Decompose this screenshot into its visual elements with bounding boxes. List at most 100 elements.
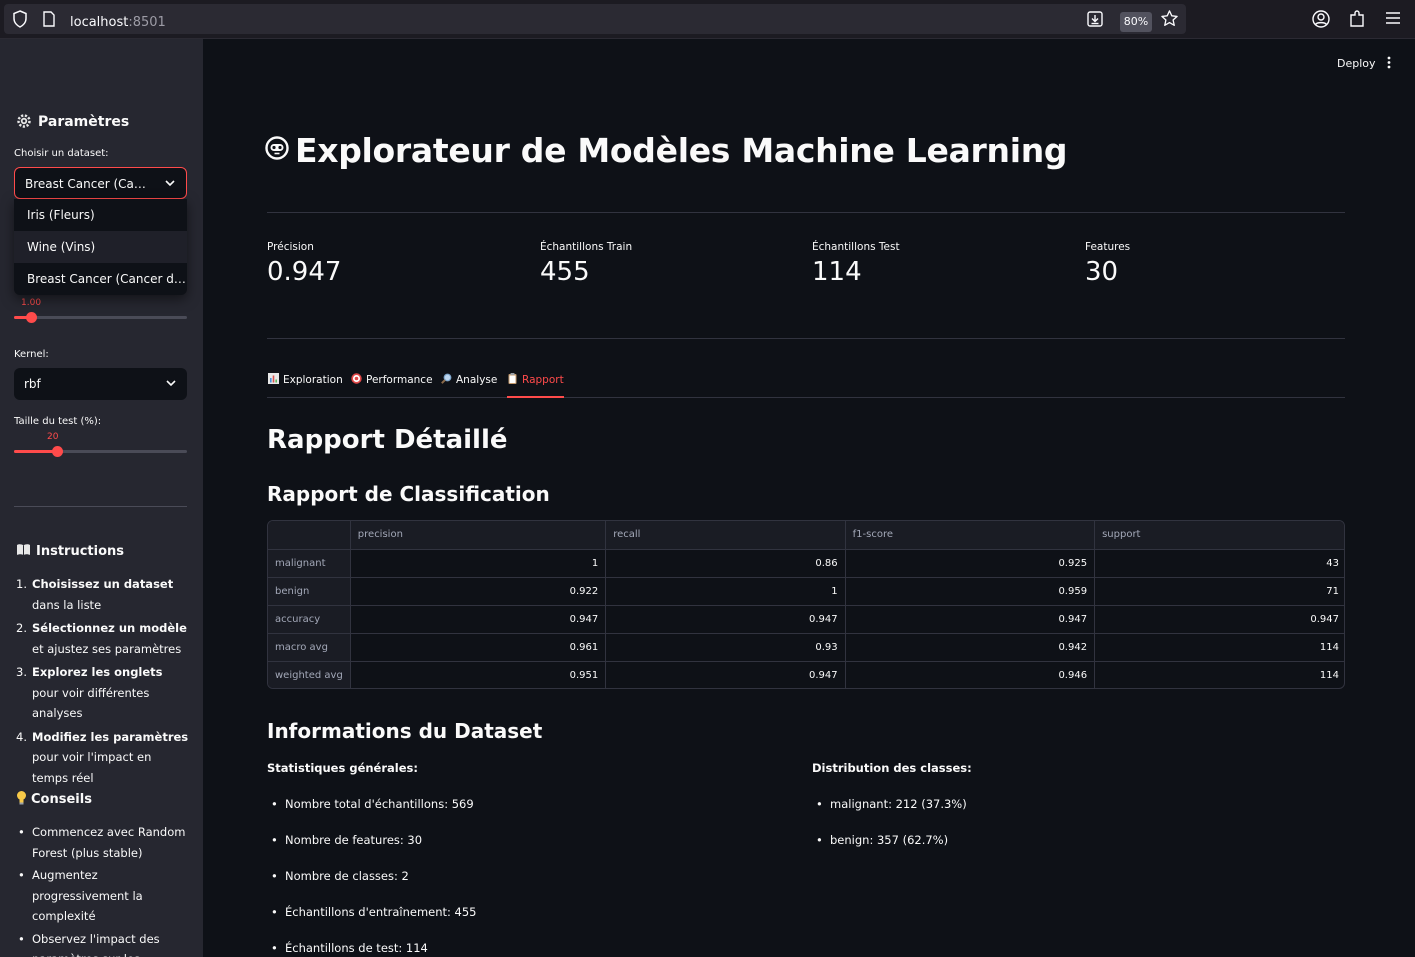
test-size-slider-fill xyxy=(14,450,57,453)
book-icon xyxy=(17,544,30,555)
download-icon[interactable] xyxy=(1086,10,1104,28)
table-cell: 0.961 xyxy=(350,633,607,662)
target-icon xyxy=(351,373,362,384)
page-title-text: Explorateur de Modèles Machine Learning xyxy=(295,131,1068,170)
tips-heading: Conseils xyxy=(16,790,92,807)
page-icon xyxy=(43,11,55,27)
metric-value: 0.947 xyxy=(267,257,342,287)
table-row: accuracy 0.947 0.947 0.947 0.947 xyxy=(268,605,1344,634)
instruction-item: 3. Explorez les onglets pour voir différe… xyxy=(16,662,191,724)
column-header[interactable] xyxy=(268,521,351,550)
instruction-item: 2. Sélectionnez un modèle et ajustez ses … xyxy=(16,618,191,659)
metric-value: 30 xyxy=(1085,257,1119,287)
table-cell: 0.93 xyxy=(605,633,846,662)
table-cell: 114 xyxy=(1319,669,1339,681)
account-icon[interactable] xyxy=(1311,9,1331,29)
test-size-slider[interactable]: 20 xyxy=(14,432,187,457)
column-header[interactable]: f1-score xyxy=(845,521,1096,550)
kernel-label: Kernel: xyxy=(14,349,49,360)
table-row: macro avg 0.961 0.93 0.942 114 xyxy=(268,633,1344,662)
row-header: macro avg xyxy=(268,633,351,662)
test-size-slider-thumb[interactable] xyxy=(52,446,63,457)
table-cell: 114 xyxy=(1094,633,1344,662)
instructions-heading: Instructions xyxy=(16,543,124,559)
shield-icon[interactable] xyxy=(12,10,28,28)
row-header: malignant xyxy=(268,549,351,578)
kernel-select-value: rbf xyxy=(24,377,41,391)
tab-label: Exploration xyxy=(283,374,343,386)
tip-item: Observez l'impact des paramètres sur les xyxy=(16,929,191,957)
table-cell: 43 xyxy=(1094,549,1344,578)
column-header[interactable]: precision xyxy=(350,521,607,550)
column-header[interactable]: support xyxy=(1094,521,1344,550)
main-content: Deploy Explorateur de Modèles Machine Le… xyxy=(203,39,1415,957)
metrics-divider xyxy=(267,338,1345,339)
tip-item: Commencez avec Random Forest (plus stabl… xyxy=(16,822,191,863)
tab-label: Analyse xyxy=(456,374,498,386)
star-icon[interactable] xyxy=(1160,9,1179,28)
classification-heading: Rapport de Classification xyxy=(267,482,550,506)
tab-analyse[interactable]: Analyse xyxy=(441,372,497,398)
instruction-item: 1. Choisissez un dataset dans la liste xyxy=(16,574,191,615)
table-cell: 0.951 xyxy=(350,661,607,688)
c-slider[interactable]: 1.00 xyxy=(14,298,187,323)
more-options-icon[interactable] xyxy=(1387,56,1391,69)
robot-face-icon xyxy=(265,136,289,160)
table-row: malignant 1 0.86 0.925 43 xyxy=(268,549,1344,578)
list-item: Échantillons d'entraînement: 455 xyxy=(267,905,477,941)
metric-label: Échantillons Test xyxy=(812,241,900,253)
test-size-label: Taille du test (%): xyxy=(14,416,102,427)
gear-icon xyxy=(17,114,31,128)
metric-value: 455 xyxy=(540,257,590,287)
instruction-text: pour voir l'impact en temps réel xyxy=(32,750,152,785)
instruction-bold: Sélectionnez un modèle xyxy=(32,621,187,635)
sidebar: Paramètres Choisir un dataset: Breast Ca… xyxy=(0,39,203,957)
row-header: accuracy xyxy=(268,605,351,634)
classification-table[interactable]: precision recall f1-score support malign… xyxy=(267,520,1345,689)
instruction-bold: Modifiez les paramètres xyxy=(32,729,189,744)
table-cell: 0.925 xyxy=(845,549,1096,578)
list-item: Nombre total d'échantillons: 569 xyxy=(267,797,477,833)
kernel-select[interactable]: rbf xyxy=(14,368,187,400)
metric-test-samples: Échantillons Test 114 xyxy=(812,241,900,287)
dataset-option-wine[interactable]: Wine (Vins) xyxy=(14,231,187,263)
url-bar[interactable]: localhost:8501 80% xyxy=(4,4,1186,34)
general-stats-title: Statistiques générales: xyxy=(267,761,418,775)
test-size-slider-value: 20 xyxy=(47,432,59,442)
metric-label: Précision xyxy=(267,241,314,253)
tips-list: Commencez avec Random Forest (plus stabl… xyxy=(16,822,191,957)
instruction-bold: Explorez les onglets xyxy=(32,665,163,679)
list-item: Nombre de classes: 2 xyxy=(267,869,477,905)
table-row: weighted avg 0.951 0.947 0.946 114 xyxy=(268,661,1344,688)
c-slider-thumb[interactable] xyxy=(26,312,37,323)
tips-title: Conseils xyxy=(31,792,92,807)
list-item: Nombre de features: 30 xyxy=(267,833,477,869)
instruction-text: et ajustez ses paramètres xyxy=(32,641,182,656)
menu-icon[interactable] xyxy=(1385,11,1401,25)
dataset-select[interactable]: Breast Cancer (Cancer du sein) xyxy=(14,167,187,199)
dataset-dropdown: Iris (Fleurs) Wine (Vins) Breast Cancer … xyxy=(14,199,187,295)
tab-performance[interactable]: Performance xyxy=(351,372,433,398)
tab-exploration[interactable]: Exploration xyxy=(268,372,343,398)
table-cell: 0.947 xyxy=(605,605,846,634)
metric-label: Features xyxy=(1085,241,1131,253)
extensions-icon[interactable] xyxy=(1348,9,1366,29)
table-cell: 71 xyxy=(1094,577,1344,606)
column-header[interactable]: recall xyxy=(605,521,846,550)
magnifier-icon xyxy=(441,373,452,384)
metric-value: 114 xyxy=(812,257,862,287)
metric-train-samples: Échantillons Train 455 xyxy=(540,241,632,287)
dataset-option-breast-cancer[interactable]: Breast Cancer (Cancer du sein) xyxy=(14,263,187,295)
dataset-option-iris[interactable]: Iris (Fleurs) xyxy=(14,199,187,231)
dataset-select-value: Breast Cancer (Cancer du sein) xyxy=(25,177,153,191)
instruction-text: pour voir différentes analyses xyxy=(32,685,150,721)
deploy-button[interactable]: Deploy xyxy=(1337,57,1376,70)
url-text[interactable]: localhost:8501 xyxy=(70,15,166,30)
class-dist-title: Distribution des classes: xyxy=(812,761,972,775)
tab-rapport[interactable]: Rapport xyxy=(507,372,564,398)
report-heading: Rapport Détaillé xyxy=(267,425,508,455)
tip-item: Augmentez progressivement la complexité xyxy=(16,865,191,927)
row-header: benign xyxy=(268,577,351,606)
zoom-badge[interactable]: 80% xyxy=(1120,12,1152,32)
title-divider xyxy=(267,212,1345,213)
